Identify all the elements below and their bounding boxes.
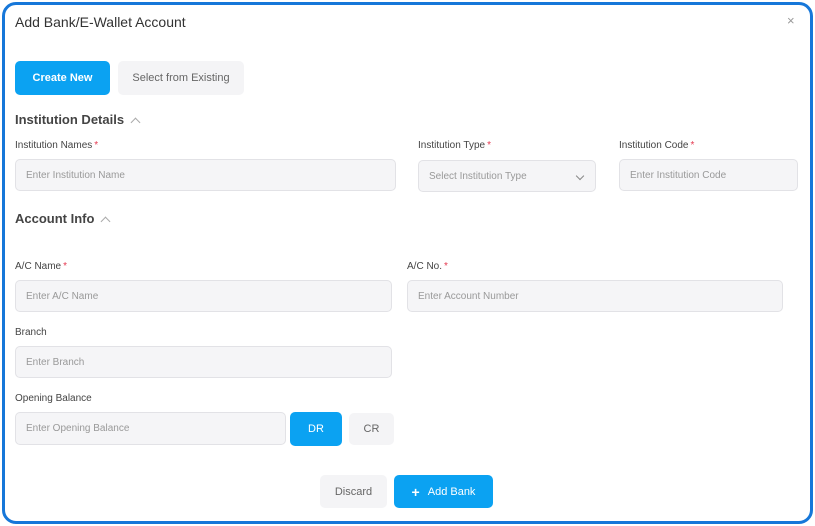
chevron-up-icon (100, 216, 111, 226)
discard-button[interactable]: Discard (320, 475, 387, 508)
opening-balance-label: Opening Balance (15, 393, 92, 404)
required-mark: * (487, 140, 491, 151)
create-new-button[interactable]: Create New (15, 61, 110, 95)
account-section-header[interactable]: Account Info (15, 211, 111, 226)
institution-name-label: Institution Names * (15, 140, 99, 151)
required-mark: * (63, 261, 68, 272)
branch-label: Branch (15, 327, 47, 338)
select-existing-button[interactable]: Select from Existing (118, 61, 244, 95)
branch-input[interactable]: Enter Branch (15, 346, 392, 378)
required-mark: * (444, 261, 448, 272)
add-bank-label: Add Bank (427, 485, 476, 498)
dr-button[interactable]: DR (290, 412, 342, 446)
ac-no-input[interactable]: Enter Account Number (407, 280, 783, 312)
account-section-title: Account Info (15, 211, 95, 226)
plus-icon: + (411, 483, 420, 500)
chevron-up-icon (130, 117, 141, 127)
institution-name-input[interactable]: Enter Institution Name (15, 159, 396, 191)
dialog-title: Add Bank/E-Wallet Account (15, 14, 186, 30)
institution-type-select[interactable]: Select Institution Type (418, 160, 596, 192)
ac-name-input[interactable]: Enter A/C Name (15, 280, 392, 312)
institution-section-title: Institution Details (15, 112, 125, 127)
institution-type-placeholder: Select Institution Type (429, 170, 527, 182)
opening-balance-input[interactable]: Enter Opening Balance (15, 412, 286, 445)
chevron-down-icon (575, 171, 585, 181)
ac-name-label: A/C Name * (15, 261, 68, 272)
institution-code-input[interactable]: Enter Institution Code (619, 159, 798, 191)
add-bank-button[interactable]: + Add Bank (394, 475, 493, 508)
required-mark: * (690, 140, 695, 151)
required-mark: * (94, 140, 99, 151)
institution-code-label: Institution Code * (619, 140, 695, 151)
close-icon[interactable]: × (787, 13, 795, 28)
institution-section-header[interactable]: Institution Details (15, 112, 141, 127)
ac-no-label: A/C No. * (407, 261, 448, 272)
cr-button[interactable]: CR (349, 413, 394, 445)
institution-type-label: Institution Type * (418, 140, 491, 151)
